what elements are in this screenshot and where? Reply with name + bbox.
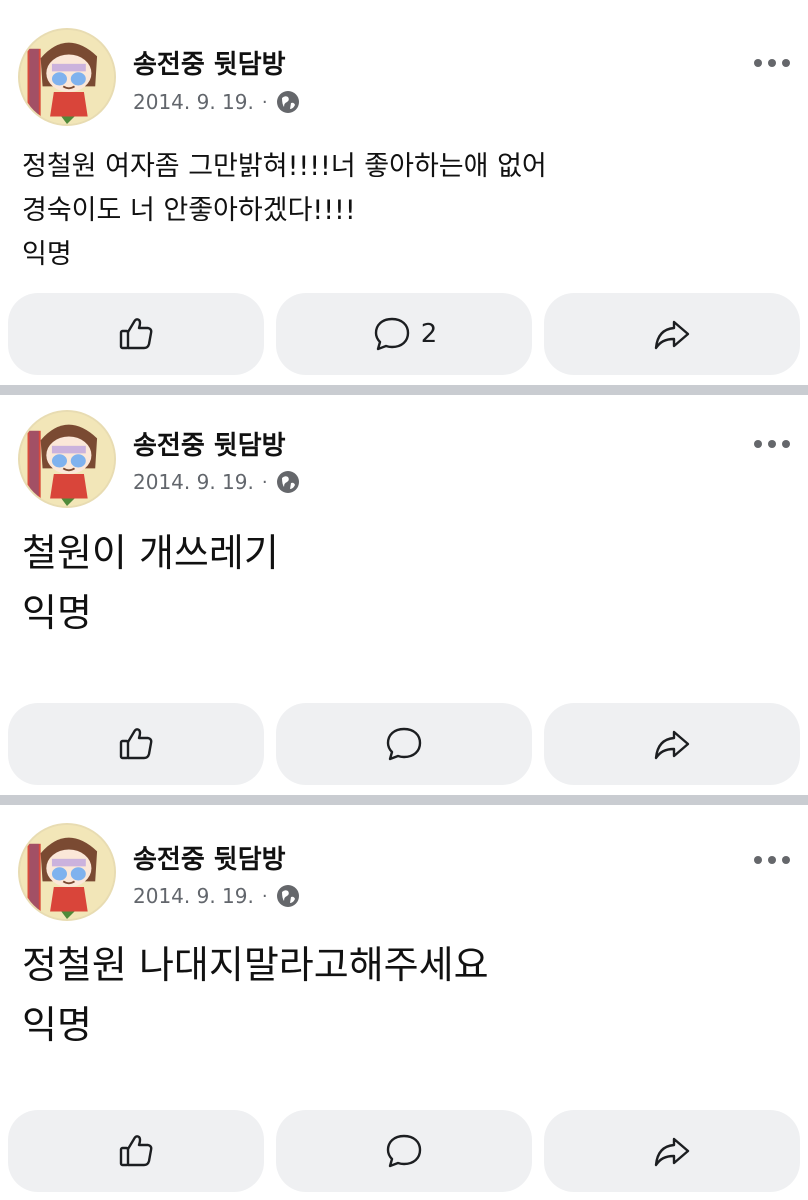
- like-button[interactable]: [8, 703, 264, 785]
- author-name[interactable]: 송전중 뒷담방: [133, 44, 286, 81]
- comment-bubble-icon: [386, 1134, 422, 1168]
- comment-bubble-icon: [374, 317, 409, 351]
- thumbs-up-icon: [119, 728, 153, 760]
- like-button[interactable]: [8, 293, 264, 375]
- meta-separator: ·: [261, 885, 268, 907]
- thumbs-up-icon: [119, 1135, 153, 1167]
- share-button[interactable]: [544, 293, 800, 375]
- post-date[interactable]: 2014. 9. 19.: [133, 470, 254, 494]
- meta-separator: ·: [261, 471, 268, 493]
- comment-count: 2: [420, 319, 438, 349]
- avatar[interactable]: [18, 28, 116, 126]
- share-button[interactable]: [544, 1110, 800, 1192]
- more-dots-icon[interactable]: [754, 437, 790, 451]
- post-meta: 2014. 9. 19. ·: [133, 90, 300, 114]
- comment-button[interactable]: 2: [276, 293, 532, 375]
- author-name[interactable]: 송전중 뒷담방: [133, 839, 286, 876]
- thumbs-up-icon: [119, 318, 153, 350]
- globe-icon: [276, 471, 299, 493]
- globe-icon: [276, 885, 299, 907]
- post-card: 송전중 뒷담방 2014. 9. 19. · 철원이 개쓰레기 익명: [0, 395, 808, 795]
- avatar[interactable]: [18, 410, 116, 508]
- more-dots-icon[interactable]: [754, 56, 790, 70]
- comment-button[interactable]: [276, 1110, 532, 1192]
- share-button[interactable]: [544, 703, 800, 785]
- action-bar: [8, 703, 800, 785]
- author-name[interactable]: 송전중 뒷담방: [133, 425, 286, 462]
- more-dots-icon[interactable]: [754, 853, 790, 867]
- globe-icon: [276, 91, 299, 113]
- action-bar: [8, 1110, 800, 1192]
- post-text: 정철원 여자좀 그만밝혀!!!!너 좋아하는애 없어 경숙이도 너 안좋아하겠다…: [22, 151, 547, 270]
- share-arrow-icon: [654, 730, 690, 760]
- share-arrow-icon: [654, 320, 690, 350]
- meta-separator: ·: [261, 91, 268, 113]
- post-divider: [0, 795, 808, 805]
- like-button[interactable]: [8, 1110, 264, 1192]
- post-divider: [0, 385, 808, 395]
- comment-bubble-icon: [386, 727, 422, 761]
- post-date[interactable]: 2014. 9. 19.: [133, 90, 254, 114]
- action-bar: 2: [8, 293, 800, 375]
- post-card: 송전중 뒷담방 2014. 9. 19. · 정철원 여자좀 그만밝혀!!!!너…: [0, 0, 808, 385]
- post-text: 철원이 개쓰레기 익명: [22, 531, 279, 635]
- share-arrow-icon: [654, 1137, 690, 1167]
- post-text: 정철원 나대지말라고해주세요 익명: [22, 943, 489, 1047]
- comment-button[interactable]: [276, 703, 532, 785]
- post-meta: 2014. 9. 19. ·: [133, 470, 300, 494]
- post-date[interactable]: 2014. 9. 19.: [133, 884, 254, 908]
- post-meta: 2014. 9. 19. ·: [133, 884, 300, 908]
- post-card: 송전중 뒷담방 2014. 9. 19. · 정철원 나대지말라고해주세요 익명: [0, 805, 808, 1200]
- avatar[interactable]: [18, 823, 116, 921]
